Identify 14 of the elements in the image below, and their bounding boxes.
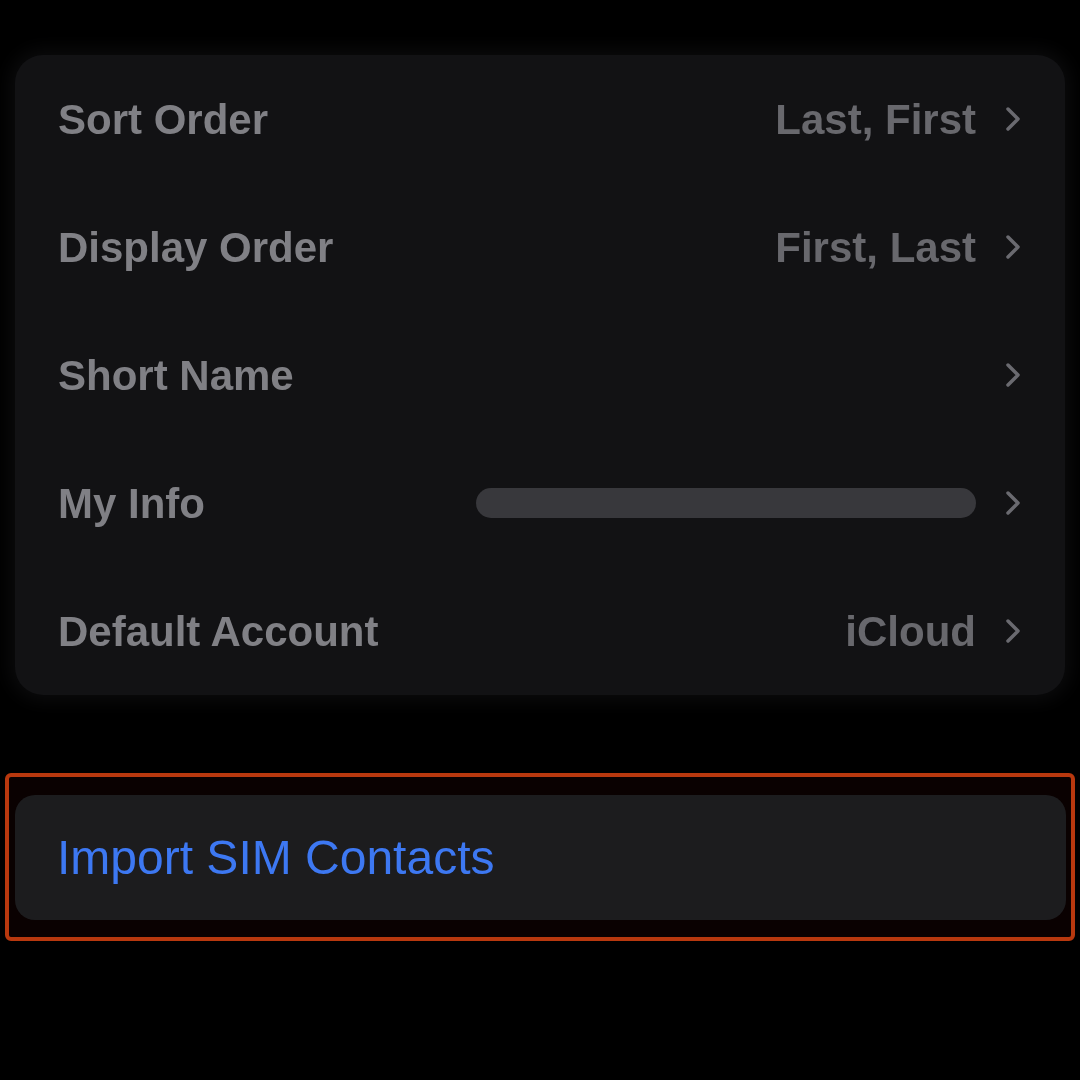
setting-label: Short Name bbox=[58, 350, 294, 401]
setting-value: Last, First bbox=[775, 94, 976, 145]
setting-value: iCloud bbox=[845, 606, 976, 657]
setting-label: My Info bbox=[58, 478, 205, 529]
setting-label: Sort Order bbox=[58, 94, 269, 145]
chevron-right-icon bbox=[1006, 107, 1020, 131]
chevron-right-icon bbox=[1006, 491, 1020, 515]
chevron-right-icon bbox=[1006, 619, 1020, 643]
chevron-right-icon bbox=[1006, 235, 1020, 259]
import-sim-contacts-button[interactable]: Import SIM Contacts bbox=[15, 795, 1066, 920]
setting-value: First, Last bbox=[775, 222, 976, 273]
setting-label: Default Account bbox=[58, 606, 379, 657]
setting-label: Display Order bbox=[58, 222, 334, 273]
chevron-right-icon bbox=[1006, 363, 1020, 387]
